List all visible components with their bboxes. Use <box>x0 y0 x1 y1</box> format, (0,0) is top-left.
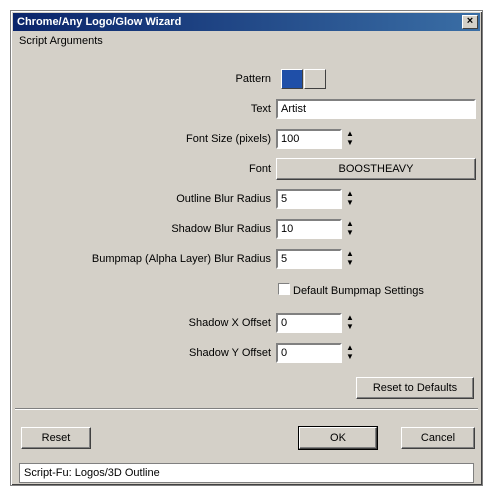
shadow-y-label: Shadow Y Offset <box>189 347 271 359</box>
text-label: Text <box>250 103 271 115</box>
window-title: Chrome/Any Logo/Glow Wizard <box>17 16 182 28</box>
pattern-swatch[interactable] <box>281 69 303 89</box>
ok-button[interactable]: OK <box>298 426 378 450</box>
bump-blur-input[interactable]: 5 <box>276 249 342 269</box>
default-bumpmap-label: Default Bumpmap Settings <box>293 285 424 297</box>
pattern-browse-button[interactable] <box>304 69 326 89</box>
shadow-x-input[interactable]: 0 <box>276 313 342 333</box>
close-button[interactable]: × <box>462 15 478 29</box>
status-bar: Script-Fu: Logos/3D Outline <box>19 463 474 483</box>
bump-blur-label: Bumpmap (Alpha Layer) Blur Radius <box>91 253 271 265</box>
default-bumpmap-checkbox[interactable]: Default Bumpmap Settings <box>278 283 424 297</box>
pattern-label: Pattern <box>235 73 271 85</box>
font-size-spin-icon[interactable]: ▲ ▼ <box>344 129 356 149</box>
group-label: Script Arguments <box>19 35 103 47</box>
outline-blur-spin-icon[interactable]: ▲ ▼ <box>344 189 356 209</box>
reset-button[interactable]: Reset <box>21 427 91 449</box>
shadow-blur-label: Shadow Blur Radius <box>171 223 271 235</box>
checkbox-box[interactable] <box>278 283 290 295</box>
text-input[interactable]: Artist <box>276 99 476 119</box>
reset-to-defaults-button[interactable]: Reset to Defaults <box>356 377 474 399</box>
font-button[interactable]: BOOSTHEAVY <box>276 158 476 180</box>
outline-blur-input[interactable]: 5 <box>276 189 342 209</box>
bump-blur-spin-icon[interactable]: ▲ ▼ <box>344 249 356 269</box>
divider <box>15 408 478 410</box>
shadow-y-input[interactable]: 0 <box>276 343 342 363</box>
cancel-button[interactable]: Cancel <box>401 427 475 449</box>
font-size-label: Font Size (pixels) <box>186 133 271 145</box>
shadow-blur-input[interactable]: 10 <box>276 219 342 239</box>
shadow-x-label: Shadow X Offset <box>188 317 271 329</box>
shadow-y-spin-icon[interactable]: ▲ ▼ <box>344 343 356 363</box>
shadow-x-spin-icon[interactable]: ▲ ▼ <box>344 313 356 333</box>
font-size-input[interactable]: 100 <box>276 129 342 149</box>
outline-blur-label: Outline Blur Radius <box>176 193 271 205</box>
dialog-window: Chrome/Any Logo/Glow Wizard × Script Arg… <box>10 10 483 486</box>
shadow-blur-spin-icon[interactable]: ▲ ▼ <box>344 219 356 239</box>
title-bar[interactable]: Chrome/Any Logo/Glow Wizard × <box>13 13 480 31</box>
font-label: Font <box>248 163 271 175</box>
